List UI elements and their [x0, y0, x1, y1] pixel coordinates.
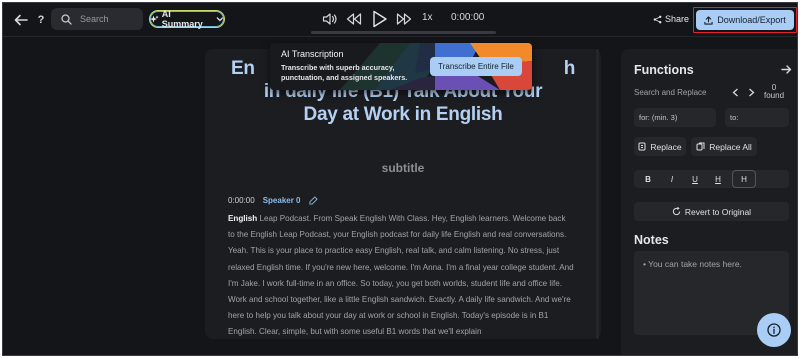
notes-heading: Notes [634, 233, 669, 247]
title-line-1-tail: h [563, 58, 576, 79]
title-line-1: En [231, 58, 255, 79]
transcript-editor[interactable]: En h in daily life (B1) Talk About Your D… [205, 49, 601, 339]
share-icon [653, 15, 662, 23]
ai-summary-button[interactable]: AI Summary [149, 9, 225, 29]
next-match-icon[interactable] [745, 85, 757, 99]
popup-description: Transcribe with superb accuracy, punctua… [281, 63, 408, 82]
underline-button[interactable]: U [684, 171, 706, 187]
sparkle-icon [150, 15, 159, 23]
playback-speed[interactable]: 1x [422, 12, 433, 23]
back-arrow-icon[interactable] [13, 12, 29, 28]
edit-icon[interactable] [308, 196, 318, 205]
share-label: Share [665, 14, 690, 24]
play-icon[interactable] [372, 7, 388, 31]
search-input[interactable]: Search [51, 8, 143, 30]
italic-button[interactable]: I [661, 171, 683, 187]
volume-icon[interactable] [322, 9, 338, 29]
replace-button[interactable]: Replace [634, 137, 686, 156]
transcribe-entire-file-button[interactable]: Transcribe Entire File [430, 57, 522, 76]
segment-meta: 0:00:00 Speaker 0 [228, 196, 318, 205]
search-icon [61, 13, 72, 25]
collapse-arrow-icon[interactable] [779, 62, 793, 76]
revert-to-original-button[interactable]: Revert to Original [634, 202, 789, 221]
ai-summary-label: AI Summary [161, 9, 203, 29]
document-subtitle[interactable]: subtitle [205, 161, 601, 175]
download-export-button[interactable]: Download/Export [696, 10, 794, 30]
upload-icon [704, 15, 713, 25]
top-bar: ? Search AI Summary 1x 0:00:00 Share Dow… [3, 3, 797, 37]
highlight-button[interactable]: H [707, 171, 729, 187]
playback-progress-bar[interactable] [311, 31, 496, 34]
info-icon [767, 323, 781, 337]
transcript-body: Leap Podcast. From Speak English With Cl… [228, 214, 574, 337]
replace-label: Replace [650, 141, 682, 152]
rewind-icon[interactable] [346, 9, 362, 29]
replace-with-input[interactable]: to: [725, 108, 789, 127]
previous-match-icon[interactable] [729, 85, 741, 99]
speaker-label[interactable]: Speaker 0 [263, 196, 301, 205]
search-placeholder: Search [80, 14, 109, 24]
bold-button[interactable]: B [637, 171, 659, 187]
match-count: 0 found [764, 84, 784, 100]
transcript-first-word: English [228, 214, 258, 223]
share-button[interactable]: Share [653, 14, 689, 24]
title-line-3: Day at Work in English [303, 104, 503, 125]
highlight-active-button[interactable]: H [732, 170, 756, 188]
playback-time: 0:00:00 [451, 12, 485, 23]
revert-icon [672, 207, 681, 216]
help-icon[interactable]: ? [34, 12, 48, 28]
fast-forward-icon[interactable] [396, 9, 412, 29]
popup-text: AI Transcription Transcribe with superb … [281, 49, 431, 83]
replace-all-button[interactable]: Replace All [691, 137, 757, 156]
revert-label: Revert to Original [684, 206, 752, 217]
functions-panel: Functions Search and Replace 0 found for… [621, 49, 797, 355]
ai-transcription-popup: AI Transcription Transcribe with superb … [270, 43, 532, 90]
info-button[interactable] [757, 313, 791, 347]
found-label: found [764, 91, 785, 100]
search-replace-label: Search and Replace [634, 88, 707, 97]
functions-heading: Functions [634, 63, 694, 77]
chevron-down-icon [216, 17, 224, 22]
download-export-label: Download/Export [717, 15, 786, 25]
replace-all-label: Replace All [709, 141, 752, 152]
popup-title: AI Transcription [281, 49, 344, 59]
replace-all-icon [696, 142, 705, 151]
transcript-text[interactable]: English Leap Podcast. From Speak English… [228, 211, 574, 339]
replace-icon [638, 142, 646, 151]
app-window: ? Search AI Summary 1x 0:00:00 Share Dow… [2, 2, 798, 356]
editor-scrollbar[interactable] [596, 49, 599, 339]
find-input[interactable]: for: (min. 3) [634, 108, 716, 127]
segment-timestamp[interactable]: 0:00:00 [228, 196, 255, 205]
